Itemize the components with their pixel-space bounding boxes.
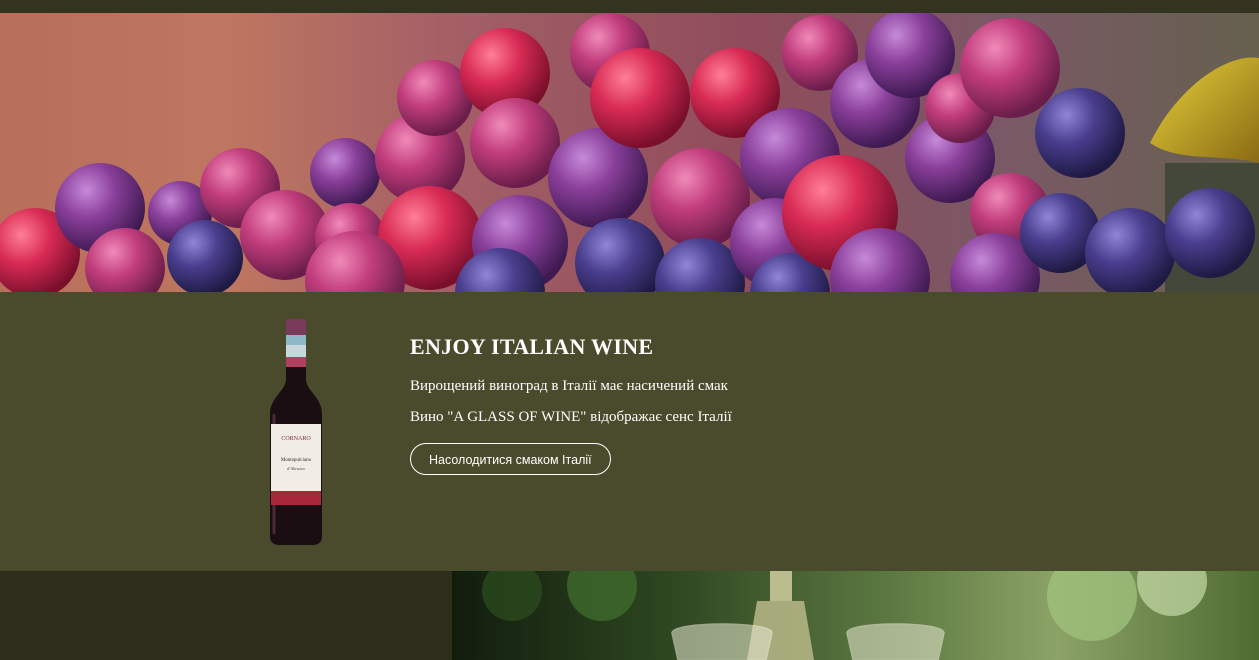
grapes-image: [0, 13, 1259, 292]
wine-bottle-image: CORNARO Montepulciano d'Abruzzo: [270, 319, 322, 545]
product-description-line-1: Вирощений виноград в Італії має насичени…: [410, 378, 728, 394]
top-bar: [0, 0, 1259, 13]
bottom-dark-panel: [0, 571, 452, 660]
enjoy-italy-button[interactable]: Насолодитися смаком Італії: [410, 443, 611, 475]
product-text-block: ENJOY ITALIAN WINE Вирощений виноград в …: [410, 334, 732, 475]
bottle-varietal-text: Montepulciano: [281, 458, 312, 463]
product-section: CORNARO Montepulciano d'Abruzzo ENJOY IT…: [0, 292, 1259, 571]
hero-grapes-banner: [0, 13, 1259, 292]
enjoy-italy-button-label: Насолодитися смаком Італії: [429, 453, 592, 467]
bottle-region-text: d'Abruzzo: [287, 466, 306, 471]
vineyard-wine-graphic: [452, 571, 1259, 660]
bottle-brand-text: CORNARO: [281, 436, 311, 442]
product-description-line-2: Вино "A GLASS OF WINE" відображає сенс І…: [410, 409, 732, 425]
vineyard-wine-image: [452, 571, 1259, 660]
product-title: ENJOY ITALIAN WINE: [410, 334, 654, 359]
